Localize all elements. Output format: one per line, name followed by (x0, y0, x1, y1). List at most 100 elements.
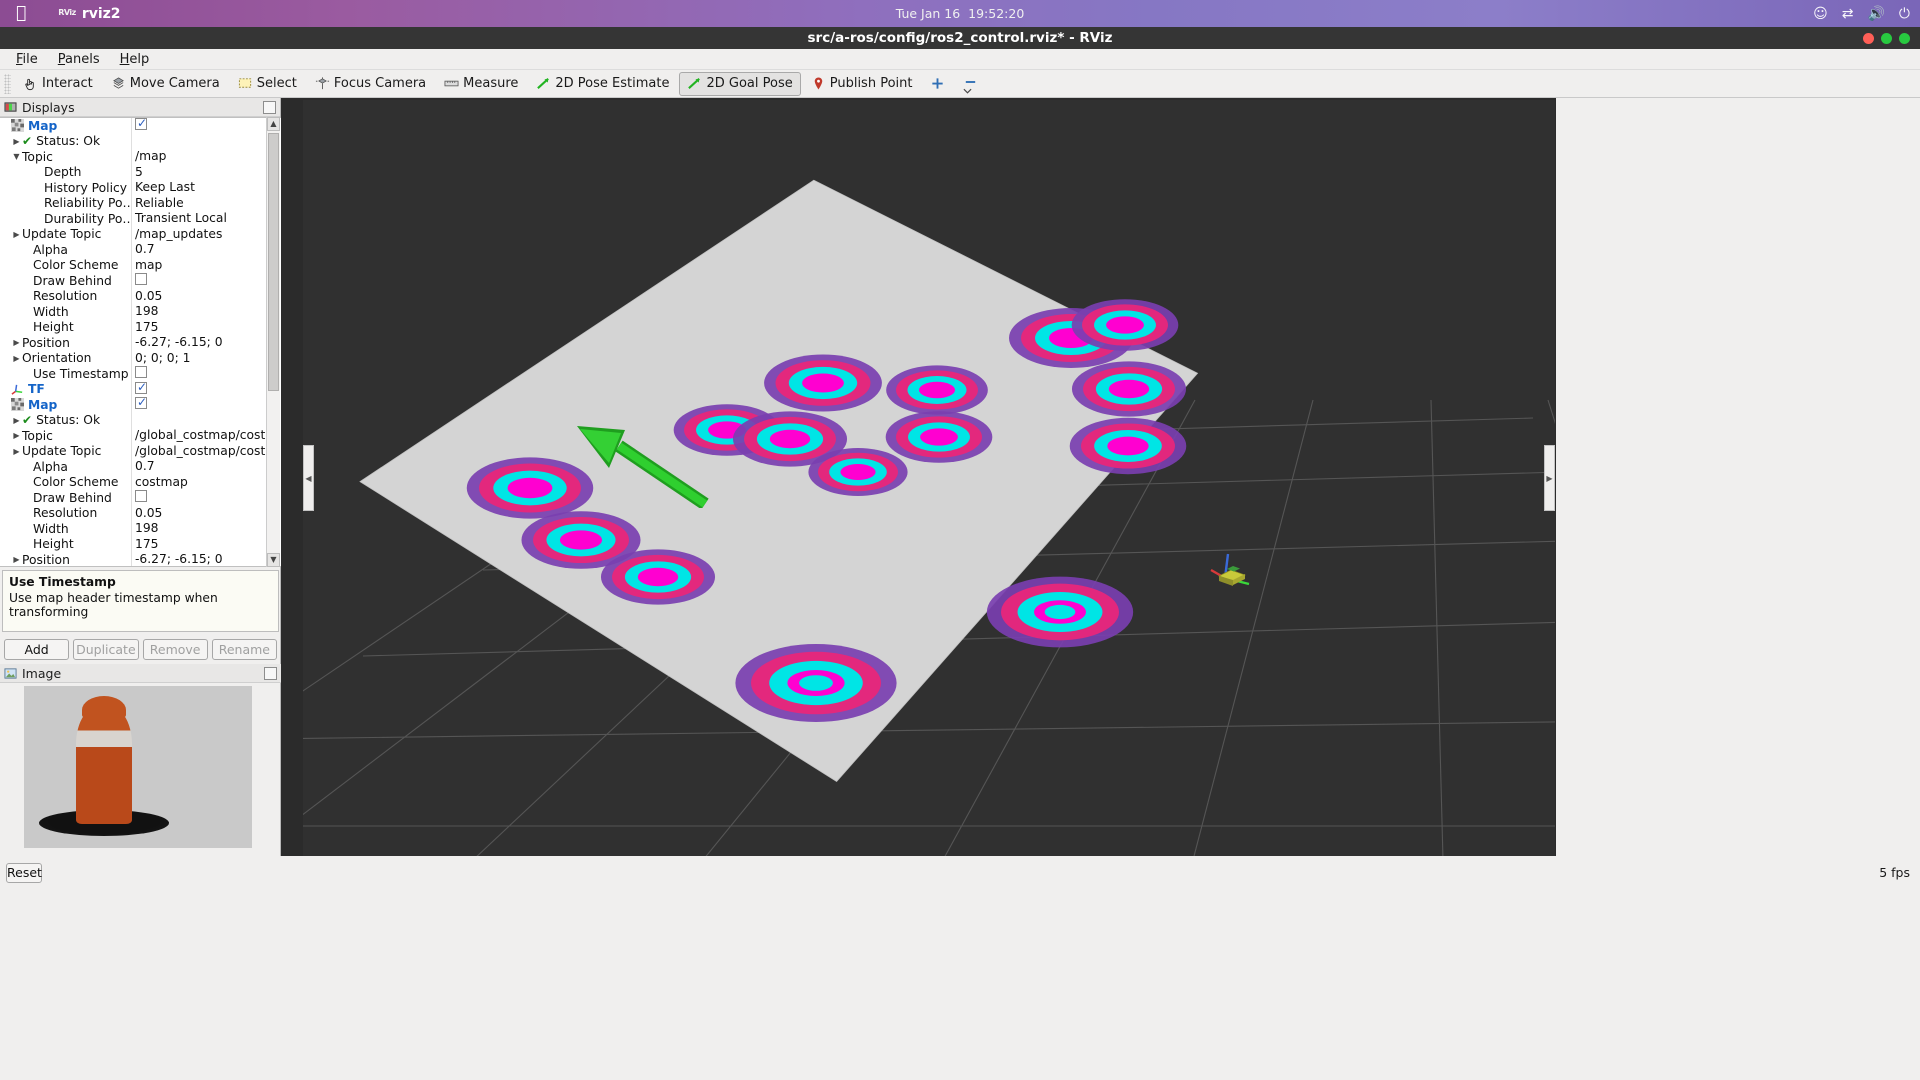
checkbox-unchecked[interactable] (135, 366, 147, 378)
tree-row[interactable]: Orientation0; 0; 0; 1 (0, 351, 266, 367)
power-icon[interactable]: ⏻ (1899, 6, 1910, 22)
tree-row[interactable]: Height175 (0, 537, 266, 553)
tree-row[interactable]: Topic/global_costmap/cost… (0, 428, 266, 444)
tree-row[interactable]: Use Timestamp (0, 366, 266, 382)
scroll-down-button[interactable]: ▼ (267, 553, 280, 567)
tree-row[interactable]: Topic/map (0, 149, 266, 165)
render-viewport-3d[interactable]: ◀ ▶ (303, 100, 1555, 856)
tree-row[interactable]: Draw Behind (0, 490, 266, 506)
tree-row[interactable]: Resolution0.05 (0, 506, 266, 522)
tool-2d-goal-pose[interactable]: 2D Goal Pose (679, 72, 800, 96)
tree-row-value[interactable]: 0.7 (131, 459, 266, 475)
tree-row-value[interactable]: 0.05 (131, 506, 266, 522)
tree-row-value[interactable]: 0.7 (131, 242, 266, 258)
tree-row[interactable]: Reliability Po…Reliable (0, 196, 266, 212)
window-minimize-button[interactable] (1881, 33, 1892, 44)
tree-row[interactable]: Update Topic/map_updates (0, 227, 266, 243)
volume-icon[interactable]: 🔊 (1867, 6, 1884, 22)
tree-row-value[interactable]: -6.27; -6.15; 0 (131, 552, 266, 567)
tool-2d-pose-estimate[interactable]: 2D Pose Estimate (528, 72, 677, 96)
tool-interact[interactable]: Interact (15, 72, 101, 96)
tree-row-value[interactable]: 175 (131, 537, 266, 553)
tree-row-value[interactable]: Reliable (131, 196, 266, 212)
checkbox-unchecked[interactable] (135, 273, 147, 285)
tree-row-value[interactable]: 0; 0; 0; 1 (131, 351, 266, 367)
tree-row-value[interactable] (131, 134, 266, 150)
tree-row[interactable]: Height175 (0, 320, 266, 336)
window-close-button[interactable] (1863, 33, 1874, 44)
tree-row[interactable]: Width198 (0, 521, 266, 537)
tree-row-value[interactable]: 175 (131, 320, 266, 336)
window-maximize-button[interactable] (1899, 33, 1910, 44)
tree-row[interactable]: Color Schememap (0, 258, 266, 274)
chevron-right-icon[interactable] (11, 354, 22, 363)
reset-button[interactable]: Reset (6, 863, 42, 883)
apple-logo-icon[interactable]:  (16, 5, 26, 22)
menu-panels[interactable]: Panels (50, 50, 108, 69)
chevron-down-icon[interactable] (11, 152, 22, 161)
tree-row-value[interactable]: /map_updates (131, 227, 266, 243)
chevron-right-icon[interactable] (11, 431, 22, 440)
displays-tree-scrollbar[interactable]: ▲ ▼ (266, 117, 280, 567)
checkbox-checked[interactable] (135, 382, 147, 394)
tree-row-value[interactable]: /global_costmap/cost… (131, 428, 266, 444)
tool-measure[interactable]: Measure (436, 72, 526, 96)
tree-row-value[interactable]: -6.27; -6.15; 0 (131, 335, 266, 351)
os-clock[interactable]: Tue Jan 16 19:52:20 (896, 6, 1025, 21)
menu-help[interactable]: Help (112, 50, 158, 69)
tool-remove[interactable] (955, 72, 986, 96)
chevron-right-icon[interactable] (11, 137, 22, 146)
tree-row[interactable]: History PolicyKeep Last (0, 180, 266, 196)
tree-row-value[interactable]: 198 (131, 521, 266, 537)
tree-row[interactable]: ✔Status: Ok (0, 134, 266, 150)
tree-row[interactable]: Alpha0.7 (0, 459, 266, 475)
chevron-right-icon[interactable] (11, 338, 22, 347)
tree-row[interactable]: Alpha0.7 (0, 242, 266, 258)
tree-row[interactable]: Width198 (0, 304, 266, 320)
tree-row-value[interactable]: Transient Local (131, 211, 266, 227)
tree-row[interactable]: Position-6.27; -6.15; 0 (0, 552, 266, 567)
collapse-left-handle[interactable]: ◀ (303, 445, 314, 511)
chevron-right-icon[interactable] (11, 230, 22, 239)
tree-row-value[interactable]: map (131, 258, 266, 274)
toolbar-grip[interactable] (4, 74, 11, 94)
checkbox-unchecked[interactable] (135, 490, 147, 502)
tree-row[interactable]: Map (0, 118, 266, 134)
tool-add[interactable] (922, 72, 953, 96)
tree-row-value[interactable]: Keep Last (131, 180, 266, 196)
tree-row[interactable]: Draw Behind (0, 273, 266, 289)
collapse-right-handle[interactable]: ▶ (1544, 445, 1555, 511)
add-button[interactable]: Add (4, 639, 69, 660)
tree-row[interactable]: Map (0, 397, 266, 413)
network-icon[interactable]: ⇄ (1842, 6, 1854, 22)
chevron-right-icon[interactable] (11, 555, 22, 564)
duplicate-button[interactable]: Duplicate (73, 639, 138, 660)
smiley-icon[interactable]: ☺ (1813, 6, 1828, 22)
float-panel-icon[interactable] (263, 101, 276, 114)
remove-button[interactable]: Remove (143, 639, 208, 660)
tree-row[interactable]: Depth5 (0, 165, 266, 181)
checkbox-checked[interactable] (135, 118, 147, 130)
scroll-thumb[interactable] (268, 133, 279, 391)
tree-row[interactable]: TF (0, 382, 266, 398)
tree-row-value[interactable]: 0.05 (131, 289, 266, 305)
tree-row[interactable]: Durability Po…Transient Local (0, 211, 266, 227)
displays-tree[interactable]: Map✔Status: OkTopic/mapDepth5History Pol… (0, 117, 281, 567)
chevron-right-icon[interactable] (11, 416, 22, 425)
tool-move-camera[interactable]: Move Camera (103, 72, 228, 96)
tree-row[interactable]: Resolution0.05 (0, 289, 266, 305)
rename-button[interactable]: Rename (212, 639, 277, 660)
tool-publish-point[interactable]: Publish Point (803, 72, 921, 96)
tree-row-value[interactable]: /global_costmap/cost… (131, 444, 266, 460)
tree-row-value[interactable] (131, 413, 266, 429)
tree-row[interactable]: Position-6.27; -6.15; 0 (0, 335, 266, 351)
tree-row[interactable]: Color Schemecostmap (0, 475, 266, 491)
tree-row[interactable]: ✔Status: Ok (0, 413, 266, 429)
tree-row[interactable]: Update Topic/global_costmap/cost… (0, 444, 266, 460)
tree-row-value[interactable]: 198 (131, 304, 266, 320)
tree-row-value[interactable]: /map (131, 149, 266, 165)
scroll-up-button[interactable]: ▲ (267, 117, 280, 131)
chevron-right-icon[interactable] (11, 447, 22, 456)
float-panel-icon[interactable] (264, 667, 277, 680)
tool-select[interactable]: Select (230, 72, 305, 96)
